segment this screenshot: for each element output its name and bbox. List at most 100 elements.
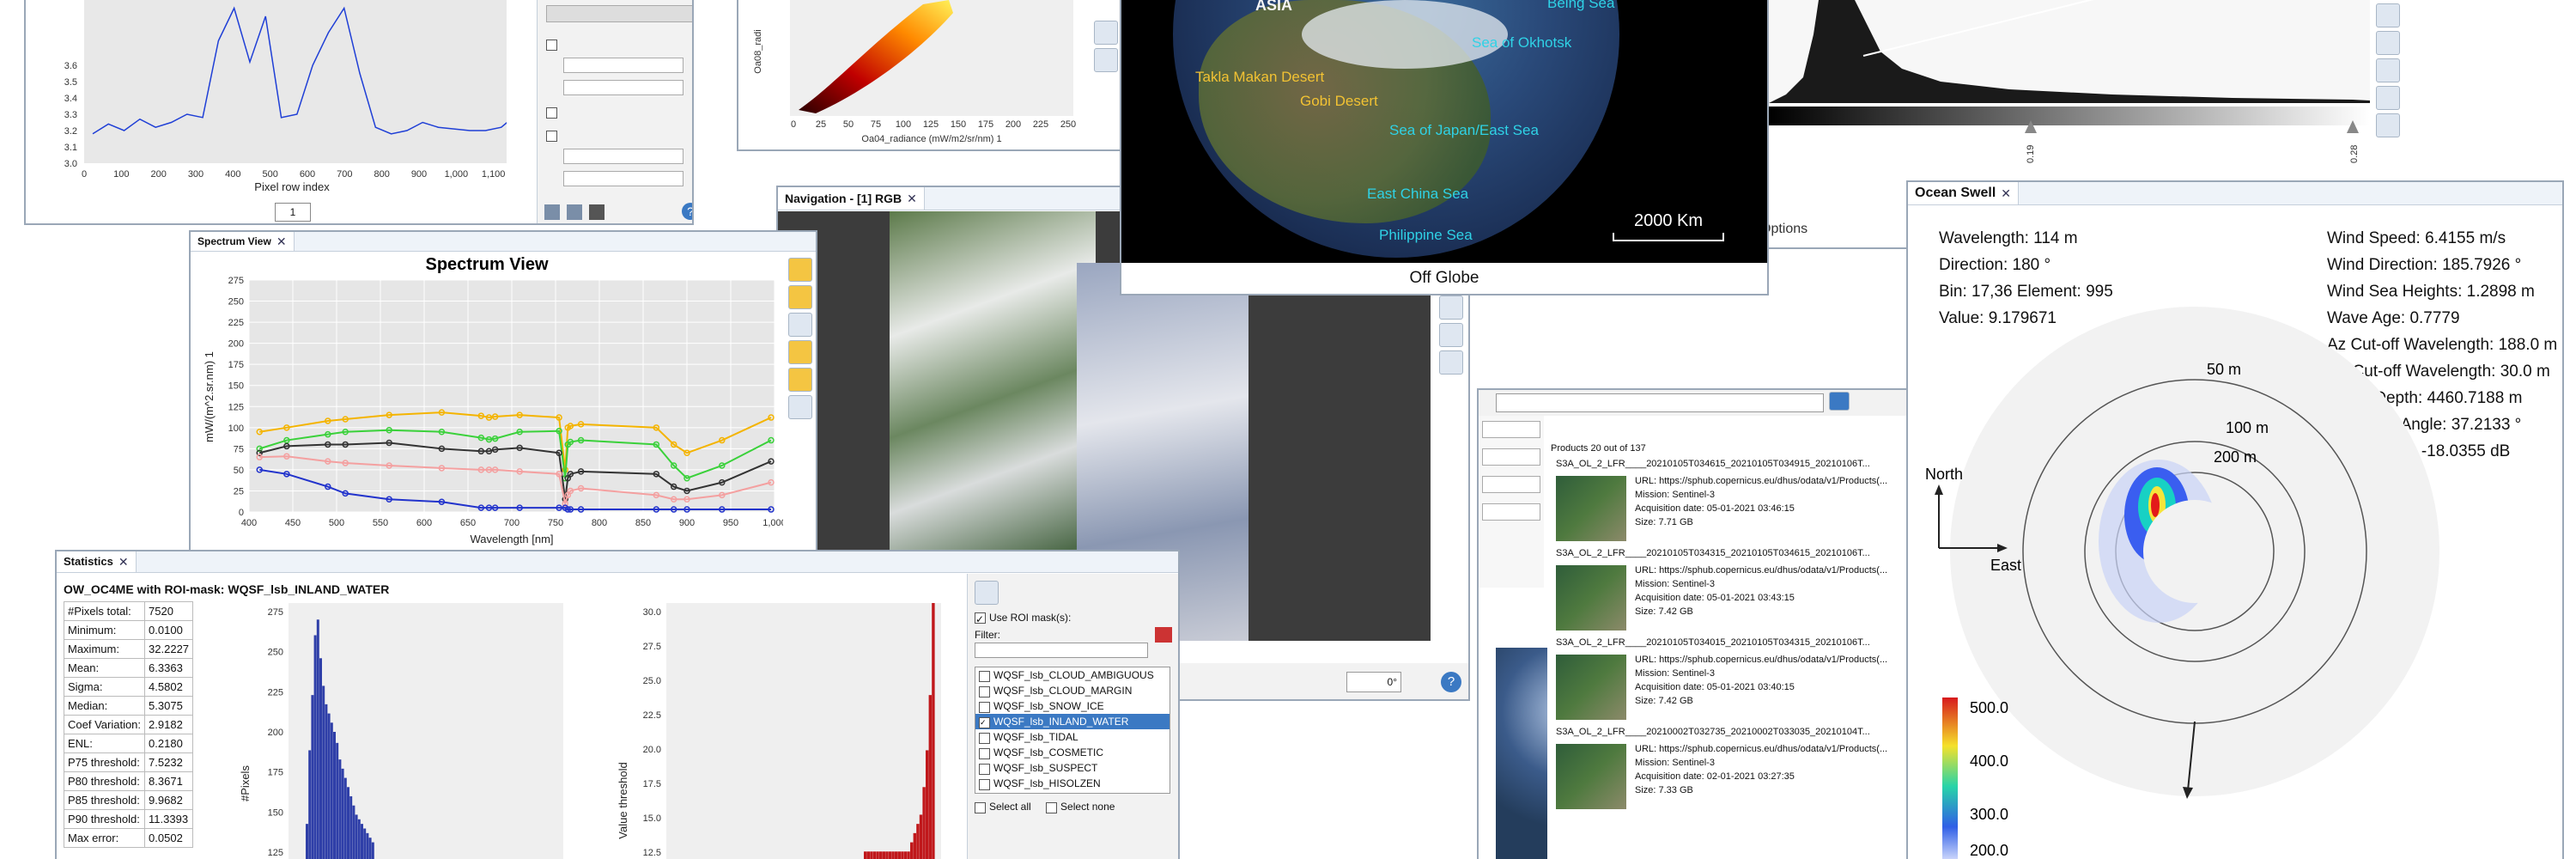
mask-list-item[interactable]: WQSF_lsb_COSMETIC: [975, 745, 1170, 760]
mask-list-item[interactable]: WQSF_lsb_CLOUD_MARGIN: [975, 683, 1170, 698]
filter-input[interactable]: [975, 643, 1148, 659]
cursor-icon[interactable]: [788, 285, 812, 309]
stat-value: 4.5802: [144, 677, 194, 697]
pin-icon[interactable]: [788, 313, 812, 337]
settings-input[interactable]: [563, 171, 683, 186]
tab-ocean-swell[interactable]: Ocean Swell ✕: [1908, 182, 2019, 204]
rotation-input[interactable]: 0°: [1346, 672, 1401, 692]
mask-checkbox[interactable]: ✓: [979, 716, 990, 728]
filter-combo[interactable]: [1482, 421, 1540, 438]
zoom-icon[interactable]: [1094, 21, 1118, 45]
stat-row: P90 threshold: 11.3393: [63, 809, 194, 829]
statistics-table: #Pixels total: 7520 Minimum: 0.0100 Maximum:…: [63, 601, 194, 848]
export-icon[interactable]: [788, 395, 812, 419]
settings-checkbox-row[interactable]: [546, 107, 692, 119]
mask-list-item[interactable]: WQSF_lsb_TIDAL: [975, 729, 1170, 745]
settings-input[interactable]: [546, 5, 692, 22]
settings-input[interactable]: [563, 58, 683, 73]
settings-input[interactable]: [563, 149, 683, 164]
close-icon[interactable]: ✕: [118, 551, 129, 572]
colorbar-label-500: 500.0: [1970, 699, 2008, 716]
select-all-checkbox[interactable]: Select all: [975, 801, 1031, 813]
mask-label: WQSF_lsb_CLOUD_MARGIN: [993, 685, 1133, 698]
mask-list-item[interactable]: ✓ WQSF_lsb_INLAND_WATER: [975, 714, 1170, 730]
mask-list-item[interactable]: WQSF_lsb_SUSPECT: [975, 760, 1170, 776]
product-url[interactable]: URL: https://sphub.copernicus.eu/dhus/od…: [1635, 565, 1887, 576]
colorbar: [1942, 698, 1958, 859]
histogram-bar: [347, 787, 349, 859]
print-icon[interactable]: [589, 204, 605, 220]
filter-icon[interactable]: [788, 258, 812, 282]
mask-list-item[interactable]: WQSF_lsb_HISOLZEN: [975, 776, 1170, 791]
histogram-bar: [325, 704, 328, 859]
stat-value: 0.2180: [144, 734, 194, 753]
zoom-in-icon[interactable]: [2376, 31, 2400, 55]
profile-spinner[interactable]: 1: [275, 203, 311, 222]
settings-checkbox-row[interactable]: [546, 40, 692, 51]
threshold-bar: [913, 832, 916, 859]
colorbar-label-400: 400.0: [1970, 752, 2008, 770]
scale-bar: 2000 Km: [1613, 211, 1724, 241]
export-icon[interactable]: [544, 204, 560, 220]
y-tick-label: 100: [228, 423, 244, 434]
library-dropdown[interactable]: [1496, 393, 1824, 412]
mask-list-item[interactable]: WQSF_lsb_SNOW_ICE: [975, 698, 1170, 714]
mask-checkbox[interactable]: [979, 778, 990, 790]
grid-icon[interactable]: [788, 368, 812, 392]
help-icon[interactable]: ?: [682, 203, 692, 220]
product-title: S3A_OL_2_LFR____20210105T034615_20210105…: [1556, 459, 1870, 469]
product-url[interactable]: URL: https://sphub.copernicus.eu/dhus/od…: [1635, 655, 1887, 665]
tab-statistics[interactable]: Statistics ✕: [57, 551, 137, 572]
help-icon[interactable]: ?: [1441, 672, 1461, 692]
sync-cursor-icon[interactable]: [1439, 350, 1463, 375]
close-icon[interactable]: ✕: [907, 187, 917, 210]
histogram-bar: [330, 722, 333, 859]
settings-input[interactable]: [563, 80, 683, 95]
search-icon[interactable]: [1829, 392, 1850, 411]
close-icon[interactable]: ✕: [276, 232, 287, 251]
product-item[interactable]: S3A_OL_2_LFR____20210002T032735_20210002…: [1556, 727, 1913, 811]
y-tick-label: 275: [228, 276, 244, 286]
x-tick-label: 50: [843, 119, 854, 130]
mask-list-item[interactable]: WQSF_lsb_CLOUD_AMBIGUOUS: [975, 667, 1170, 683]
select-none-checkbox[interactable]: Select none: [1046, 801, 1115, 813]
product-item[interactable]: S3A_OL_2_LFR____20210105T034315_20210105…: [1556, 548, 1913, 632]
table-icon[interactable]: [2376, 3, 2400, 27]
y-tick-label: 20.0: [643, 745, 661, 755]
show-all-icon[interactable]: [788, 340, 812, 364]
threshold-bar: [916, 824, 920, 859]
tab-label: Statistics: [64, 555, 113, 568]
filter-combo[interactable]: [1482, 503, 1540, 521]
product-url[interactable]: URL: https://sphub.copernicus.eu/dhus/od…: [1635, 744, 1887, 754]
pan-icon[interactable]: [1094, 48, 1118, 72]
mask-checkbox[interactable]: [979, 732, 990, 744]
mask-checkbox[interactable]: [979, 701, 990, 713]
product-url[interactable]: URL: https://sphub.copernicus.eu/dhus/od…: [1635, 476, 1887, 486]
histogram-bar: [355, 814, 358, 859]
library-left-column: [1479, 416, 1544, 588]
product-library-window: Products 20 out of 137 S3A_OL_2_LFR____2…: [1477, 388, 1915, 859]
filter-combo[interactable]: [1482, 448, 1540, 466]
use-roi-checkbox[interactable]: ✓ Use ROI mask(s):: [975, 612, 1174, 625]
zoom-tool-icon[interactable]: [1439, 295, 1463, 320]
mask-checkbox[interactable]: [979, 747, 990, 759]
product-item[interactable]: S3A_OL_2_LFR____20210105T034615_20210105…: [1556, 459, 1913, 543]
info-icon[interactable]: [2376, 113, 2400, 137]
mask-checkbox[interactable]: [979, 685, 990, 698]
mask-checkbox[interactable]: [979, 670, 990, 682]
tab-spectrum-view[interactable]: Spectrum View ✕: [191, 232, 295, 251]
histogram-bar: [366, 832, 369, 859]
refresh-icon[interactable]: [975, 581, 999, 605]
mask-checkbox[interactable]: [979, 763, 990, 775]
settings-checkbox-row[interactable]: [546, 131, 692, 142]
zoom-out-icon[interactable]: [2376, 58, 2400, 82]
copy-icon[interactable]: [567, 204, 582, 220]
sync-views-icon[interactable]: [1439, 323, 1463, 347]
close-icon[interactable]: ✕: [2001, 182, 2011, 204]
x-tick-label: 125: [923, 119, 939, 130]
tab-navigation[interactable]: Navigation - [1] RGB ✕: [778, 187, 925, 210]
filter-combo[interactable]: [1482, 476, 1540, 493]
clear-filter-icon[interactable]: [1155, 627, 1172, 643]
zoom-all-icon[interactable]: [2376, 86, 2400, 110]
product-item[interactable]: S3A_OL_2_LFR____20210105T034015_20210105…: [1556, 637, 1913, 722]
